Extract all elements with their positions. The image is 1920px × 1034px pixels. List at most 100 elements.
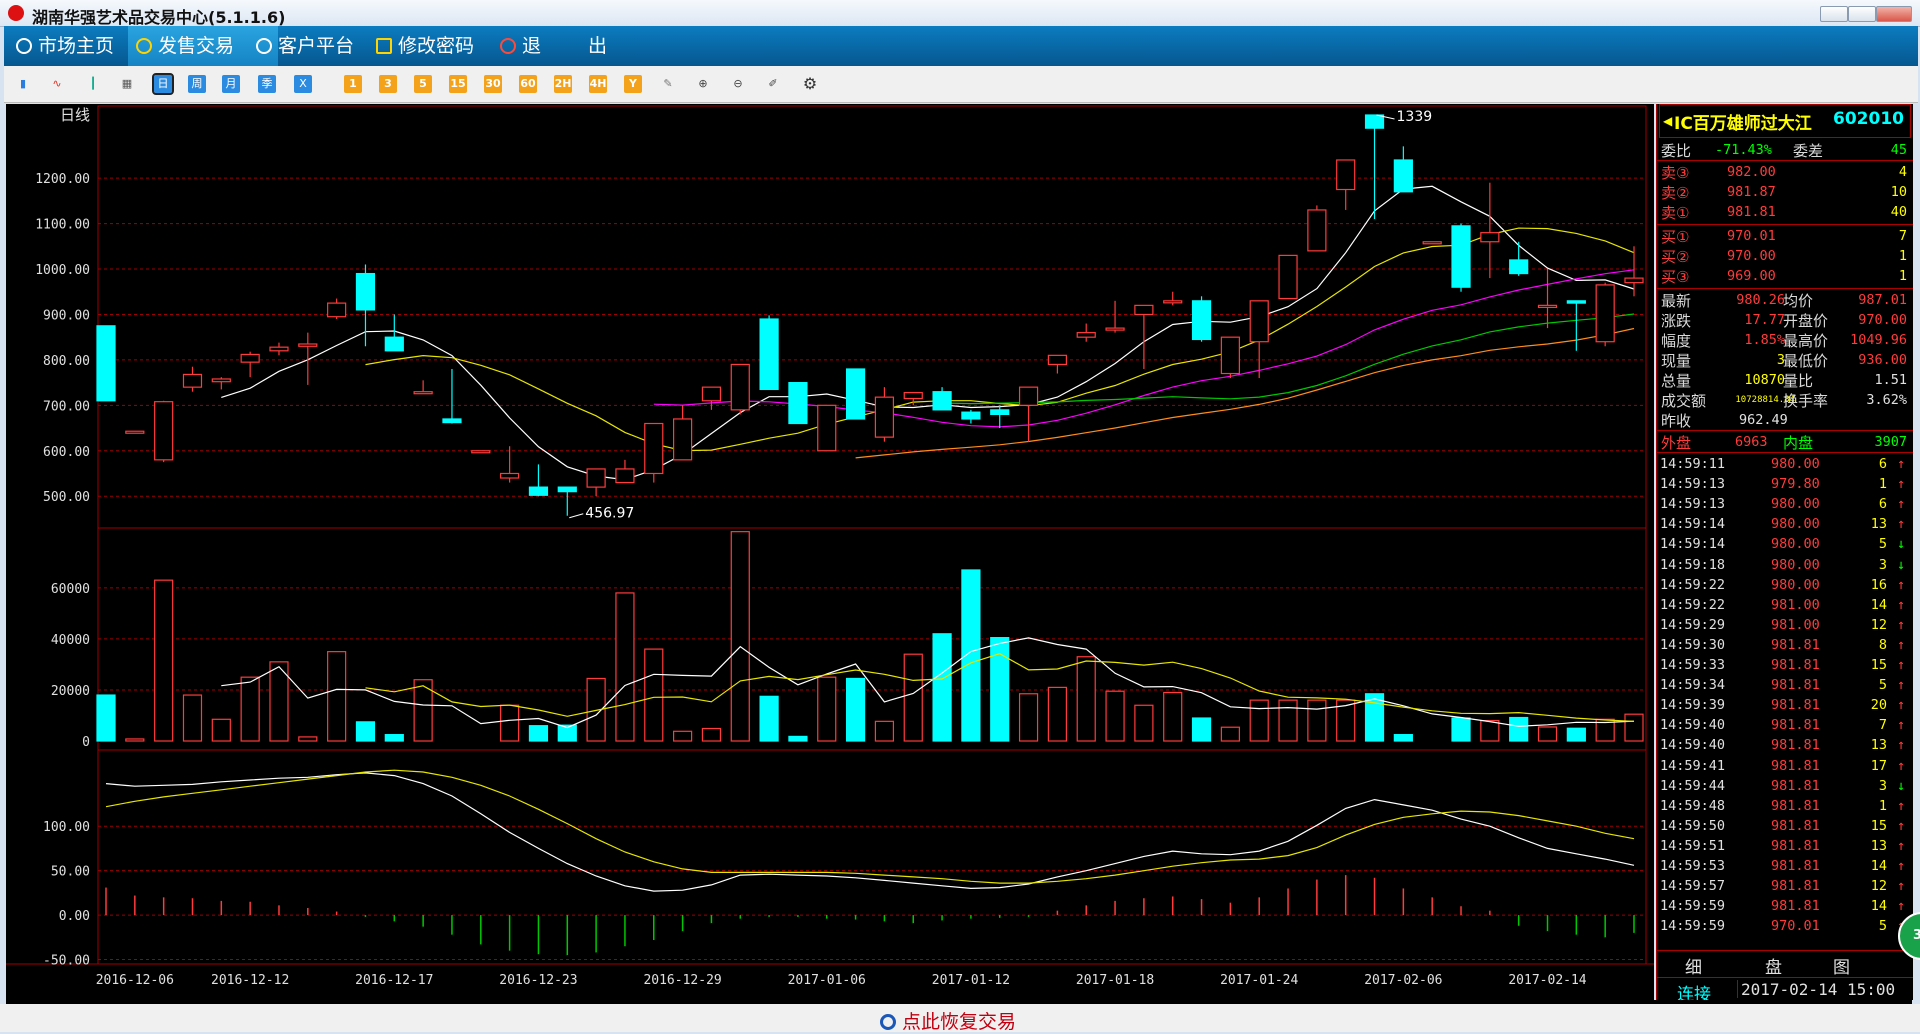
- candle-body: [154, 401, 174, 461]
- macd-tick-label: -50.00: [43, 954, 90, 969]
- zoom-in-icon[interactable]: ⊕: [694, 75, 712, 93]
- period-month-button[interactable]: 月: [222, 75, 240, 93]
- trade-up-arrow: ↑: [1897, 456, 1906, 472]
- prev-arrow-icon[interactable]: ◀: [1663, 114, 1672, 128]
- close-button[interactable]: [1876, 6, 1912, 22]
- min-30-button[interactable]: 30: [484, 75, 502, 93]
- hour-2-button[interactable]: 2H: [554, 75, 572, 93]
- trade-volume: 15: [1870, 657, 1887, 673]
- trade-volume: 15: [1870, 817, 1887, 834]
- trade-volume: 13: [1870, 516, 1887, 533]
- buy-level-label: 买①: [1661, 228, 1690, 246]
- price-tick-label: 1000.00: [35, 263, 90, 278]
- menu-exit-2[interactable]: 出: [552, 26, 648, 66]
- recover-trade-link[interactable]: 点此恢复交易: [880, 1007, 1016, 1034]
- volume-bar: [1134, 704, 1154, 742]
- trade-volume: 13: [1870, 837, 1887, 854]
- panel-divider: [1657, 224, 1913, 225]
- volume-bar: [1566, 727, 1586, 742]
- trade-time: 14:59:34: [1660, 677, 1726, 694]
- hour-4-button[interactable]: 4H: [589, 75, 607, 93]
- x-axis-date-label: 2016-12-23: [499, 973, 577, 988]
- candle-body: [1509, 259, 1529, 275]
- stock-code: 602010: [1833, 109, 1904, 129]
- trade-price: 981.81: [1771, 757, 1820, 774]
- stat-label: 成交额: [1661, 392, 1707, 410]
- trade-price: 981.00: [1771, 616, 1820, 633]
- sell-level-price: 981.87: [1727, 184, 1776, 200]
- calendar-icon[interactable]: ▦: [118, 75, 136, 93]
- trade-up-arrow: ↑: [1897, 657, 1906, 673]
- kline-chart[interactable]: 日线 1200.00 1100.00 1000.00 900.00 800.00 700.0…: [6, 104, 1654, 1000]
- volume-bar: [240, 676, 260, 742]
- inner-volume-value: 3907: [1874, 434, 1907, 450]
- macd-tick-label: 50.00: [51, 865, 90, 880]
- quote-title: ◀ IC百万雄师过大江 602010: [1659, 104, 1911, 138]
- maximize-button[interactable]: [1848, 6, 1876, 22]
- yen-icon: [136, 38, 152, 54]
- tab-detail[interactable]: 细: [1685, 953, 1702, 978]
- period-x-button[interactable]: X: [294, 75, 312, 93]
- volume-bar: [1278, 699, 1298, 742]
- x-axis-date-label: 2017-01-18: [1076, 973, 1154, 988]
- x-axis-date-label: 2016-12-29: [643, 973, 721, 988]
- zoom-out-icon[interactable]: ⊖: [729, 75, 747, 93]
- macd-tick-label: 0.00: [59, 909, 90, 924]
- candle-body: [673, 418, 693, 461]
- volume-bar: [730, 531, 750, 742]
- trade-down-arrow: ↓: [1897, 777, 1906, 794]
- draw-icon[interactable]: ✎: [659, 75, 677, 93]
- min-5-button[interactable]: 5: [414, 75, 432, 93]
- trade-time: 14:59:50: [1660, 817, 1726, 834]
- bottom-bar: 点此恢复交易: [0, 1004, 1920, 1034]
- weicha-value: 45: [1890, 142, 1907, 158]
- quote-panel: ◀ IC百万雄师过大江 602010 委比 -71.43% 委差 45 卖③ 982.00…: [1656, 104, 1913, 1005]
- trade-volume: 12: [1870, 878, 1887, 895]
- stat-value: 17.77: [1744, 312, 1785, 328]
- line-chart-icon[interactable]: ∿: [48, 75, 66, 93]
- period-quarter-button[interactable]: 季: [258, 75, 276, 93]
- volume-bar: [1307, 699, 1327, 742]
- bar-chart-icon[interactable]: ▮: [14, 75, 32, 93]
- trade-up-arrow: ↑: [1897, 576, 1906, 593]
- trade-price: 981.81: [1771, 657, 1820, 673]
- min-15-button[interactable]: 15: [449, 75, 467, 93]
- x-axis-date-label: 2017-02-14: [1508, 973, 1586, 988]
- trade-price: 981.81: [1771, 636, 1820, 653]
- volume-bar: [1624, 713, 1644, 742]
- period-day-button[interactable]: 日: [152, 73, 174, 95]
- tab-orderbook[interactable]: 盘: [1765, 953, 1782, 978]
- trade-up-arrow: ↑: [1897, 697, 1906, 714]
- pen-icon[interactable]: ✐: [764, 75, 782, 93]
- candle-body: [1249, 300, 1269, 343]
- panel-divider: [1657, 452, 1913, 453]
- low-pointer: [569, 513, 584, 519]
- candle-body: [1134, 304, 1154, 316]
- sell-level-volume: 10: [1890, 184, 1907, 200]
- x-axis-date-label: 2016-12-06: [96, 973, 174, 988]
- year-button[interactable]: Y: [624, 75, 642, 93]
- volume-tick-label: 60000: [51, 582, 90, 597]
- min-3-button[interactable]: 3: [379, 75, 397, 93]
- period-week-button[interactable]: 周: [188, 75, 206, 93]
- x-axis-date-label: 2016-12-17: [355, 973, 433, 988]
- settings-gear-icon[interactable]: ⚙: [801, 75, 819, 93]
- volume-bar: [701, 727, 722, 742]
- low-annotation: 456.97: [585, 506, 634, 522]
- buy-level-label: 买②: [1661, 248, 1690, 266]
- candle-body: [1566, 300, 1586, 304]
- minimize-button[interactable]: [1820, 6, 1848, 22]
- candle-body: [1018, 386, 1039, 406]
- sell-level-price: 982.00: [1727, 164, 1776, 180]
- trade-price: 981.81: [1771, 898, 1820, 915]
- trade-price: 979.80: [1771, 476, 1820, 493]
- trade-time: 14:59:33: [1660, 657, 1726, 673]
- min-60-button[interactable]: 60: [519, 75, 537, 93]
- sell-level-volume: 4: [1898, 164, 1907, 180]
- candle-chart-icon[interactable]: ┃: [84, 75, 102, 93]
- stat-value: 1049.96: [1850, 332, 1907, 348]
- tab-chart[interactable]: 图: [1833, 953, 1850, 978]
- min-1-button[interactable]: 1: [344, 75, 362, 93]
- stock-name: IC百万雄师过大江: [1674, 114, 1812, 134]
- trade-time: 14:59:22: [1660, 596, 1726, 613]
